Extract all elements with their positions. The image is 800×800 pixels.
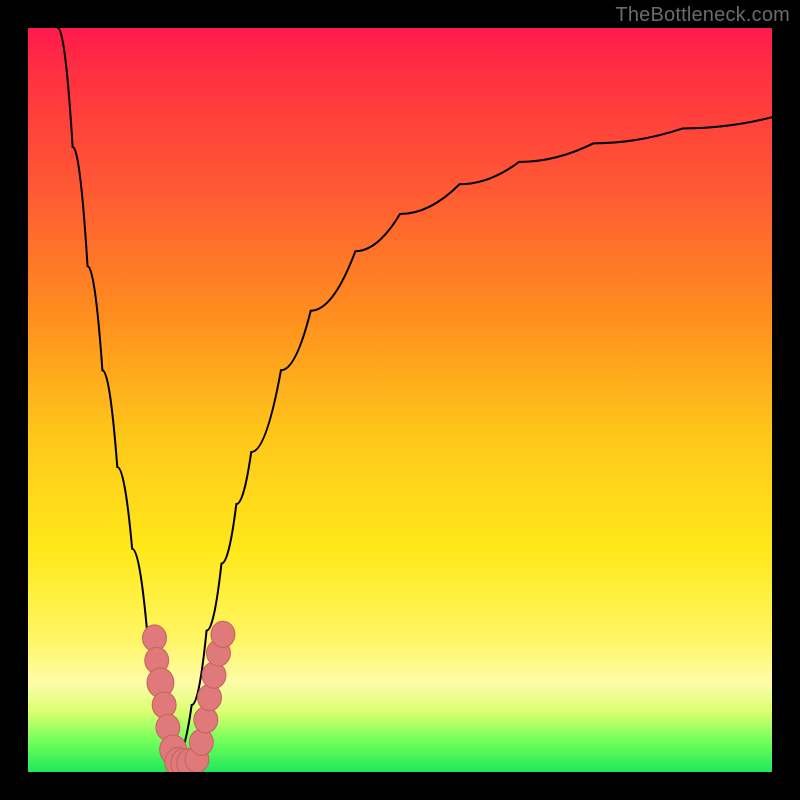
data-marker	[198, 685, 222, 711]
data-marker	[211, 621, 235, 647]
data-marker	[189, 729, 213, 755]
curve-svg	[28, 28, 772, 772]
watermark-text: TheBottleneck.com	[615, 4, 790, 27]
outer-frame: TheBottleneck.com	[0, 0, 800, 800]
data-marker	[194, 707, 218, 733]
plot-area	[28, 28, 772, 772]
right-branch-path	[177, 117, 772, 757]
data-marker	[152, 692, 176, 718]
data-markers	[143, 621, 235, 772]
data-marker	[202, 662, 226, 688]
